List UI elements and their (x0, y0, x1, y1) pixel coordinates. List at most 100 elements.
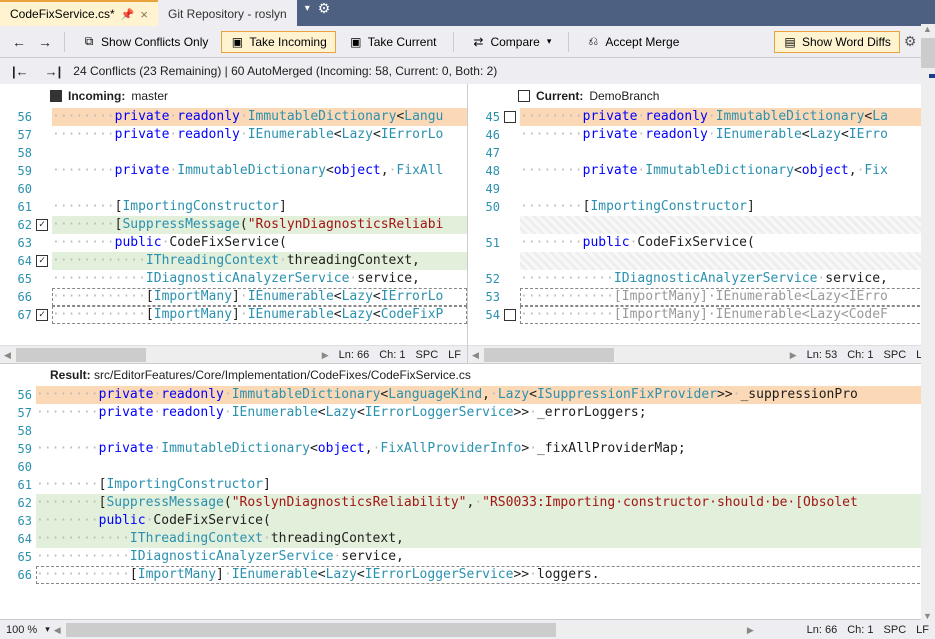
line-checkbox[interactable] (36, 309, 48, 321)
close-icon[interactable]: × (140, 7, 148, 22)
code-line[interactable]: 63········public·CodeFixService( (0, 512, 935, 530)
code-line[interactable]: 60 (0, 180, 467, 198)
code-line[interactable]: 57········private·readonly·IEnumerable<L… (0, 126, 467, 144)
line-number: 61 (0, 198, 36, 216)
code-line[interactable]: 58 (0, 422, 935, 440)
hscrollbar[interactable] (472, 348, 797, 362)
code-line[interactable]: 54············[ImportMany]·IEnumerable<L… (468, 306, 935, 324)
line-number: 63 (0, 234, 36, 252)
forward-button[interactable]: → (34, 32, 56, 52)
first-conflict-button[interactable]: |← (8, 62, 33, 81)
hscrollbar[interactable] (4, 348, 329, 362)
btn-label: Show Word Diffs (802, 35, 891, 49)
line-checkbox-col (36, 309, 52, 321)
code-line[interactable]: 46········private·readonly·IEnumerable<L… (468, 126, 935, 144)
code-line[interactable]: 67············[ImportMany]·IEnumerable<L… (0, 306, 467, 324)
code-line[interactable]: 63········public·CodeFixService( (0, 234, 467, 252)
show-word-diffs-button[interactable]: ▤Show Word Diffs (774, 31, 900, 53)
code-line[interactable]: 53············[ImportMany]·IEnumerable<L… (468, 288, 935, 306)
editor-status-bar: 100 %▾ Ln: 66 Ch: 1 SPC LF (0, 619, 935, 639)
code-line[interactable]: 48········private·ImmutableDictionary<ob… (468, 162, 935, 180)
line-content: ············IThreadingContext·threadingC… (36, 530, 935, 548)
line-number: 57 (0, 404, 36, 422)
scroll-thumb[interactable] (484, 348, 614, 362)
code-line[interactable]: 66············[ImportMany]·IEnumerable<L… (0, 566, 935, 584)
code-line[interactable]: 47 (468, 144, 935, 162)
line-number: 65 (0, 548, 36, 566)
line-number: 45 (468, 108, 504, 126)
compare-button[interactable]: ⇄Compare▾ (462, 31, 560, 53)
code-line[interactable]: 62········[SuppressMessage("RoslynDiagno… (0, 494, 935, 512)
code-line[interactable]: 60 (0, 458, 935, 476)
ch-indicator: Ch: 1 (847, 349, 873, 361)
code-line[interactable]: 62········[SuppressMessage("RoslynDiagno… (0, 216, 467, 234)
code-line[interactable]: 56········private·readonly·ImmutableDict… (0, 386, 935, 404)
accept-merge-button[interactable]: ⎌Accept Merge (577, 31, 688, 53)
select-all-current-checkbox[interactable] (518, 90, 530, 102)
separator (568, 32, 569, 52)
tabs-spacer: ▾ ⚙ (297, 0, 935, 26)
code-line[interactable]: 59········private·ImmutableDictionary<ob… (0, 162, 467, 180)
current-footer: Ln: 53 Ch: 1 SPC LF (468, 345, 935, 363)
tab-git-repo[interactable]: Git Repository - roslyn (158, 0, 297, 26)
line-checkbox-col (36, 255, 52, 267)
code-line[interactable]: 51········public·CodeFixService( (468, 234, 935, 252)
pin-icon[interactable]: 📌 (121, 8, 135, 21)
scroll-thumb[interactable] (66, 623, 556, 637)
next-conflict-button[interactable]: →| (41, 62, 66, 81)
code-line[interactable]: 61········[ImportingConstructor] (0, 198, 467, 216)
scroll-thumb[interactable] (16, 348, 146, 362)
gear-icon[interactable]: ⚙ (318, 0, 331, 17)
line-checkbox[interactable] (504, 309, 516, 321)
vscrollbar[interactable] (921, 364, 935, 619)
code-line[interactable]: 59········private·ImmutableDictionary<ob… (0, 440, 935, 458)
code-line[interactable]: 52············IDiagnosticAnalyzerService… (468, 270, 935, 288)
result-label: Result: (50, 368, 91, 382)
line-content: ········private·readonly·IEnumerable<Laz… (36, 404, 935, 422)
gear-icon[interactable]: ⚙ (904, 33, 917, 50)
show-conflicts-button[interactable]: ⧉Show Conflicts Only (73, 31, 217, 53)
hscrollbar[interactable] (54, 623, 754, 637)
line-content: ············[ImportMany]·IEnumerable<Laz… (520, 288, 935, 306)
code-line[interactable]: 64············IThreadingContext·threadin… (0, 530, 935, 548)
ch-indicator: Ch: 1 (379, 349, 405, 361)
code-line[interactable]: 49 (468, 180, 935, 198)
chevron-down-icon[interactable]: ▾ (45, 624, 50, 635)
btn-label: Compare (490, 35, 539, 49)
line-number: 56 (0, 386, 36, 404)
line-checkbox[interactable] (504, 111, 516, 123)
code-line[interactable]: 56········private·readonly·ImmutableDict… (0, 108, 467, 126)
line-number: 58 (0, 422, 36, 440)
line-number: 66 (0, 566, 36, 584)
line-number: 59 (0, 162, 36, 180)
chevron-down-icon[interactable]: ▾ (305, 3, 310, 14)
line-checkbox[interactable] (36, 219, 48, 231)
code-line[interactable]: 66············[ImportMany]·IEnumerable<L… (0, 288, 467, 306)
zoom-level[interactable]: 100 % (0, 624, 43, 636)
line-checkbox[interactable] (36, 255, 48, 267)
ln-indicator: Ln: 53 (807, 349, 838, 361)
tab-label: CodeFixService.cs* (10, 7, 115, 21)
code-line[interactable]: 45 ········private·readonly·ImmutableDict… (468, 108, 935, 126)
back-button[interactable]: ← (8, 32, 30, 52)
line-content: ········private·readonly·ImmutableDictio… (520, 108, 935, 126)
select-all-incoming-checkbox[interactable] (50, 90, 62, 102)
code-line[interactable] (468, 252, 935, 270)
result-code[interactable]: 56········private·readonly·ImmutableDict… (0, 386, 935, 619)
code-line[interactable]: 58 (0, 144, 467, 162)
take-current-button[interactable]: ▣Take Current (340, 31, 446, 53)
line-number: 64 (0, 530, 36, 548)
tab-active-file[interactable]: CodeFixService.cs* 📌 × (0, 0, 158, 26)
incoming-code[interactable]: 56········private·readonly·ImmutableDict… (0, 108, 467, 345)
code-line[interactable]: 50········[ImportingConstructor] (468, 198, 935, 216)
code-line[interactable]: 65············IDiagnosticAnalyzerService… (0, 270, 467, 288)
code-line[interactable]: 65············IDiagnosticAnalyzerService… (0, 548, 935, 566)
take-incoming-button[interactable]: ▣Take Incoming (221, 31, 335, 53)
line-content: ············[ImportMany]·IEnumerable<Laz… (36, 566, 935, 584)
code-line[interactable]: 61········[ImportingConstructor] (0, 476, 935, 494)
current-code[interactable]: 45 ········private·readonly·ImmutableDict… (468, 108, 935, 345)
code-line[interactable]: 64············IThreadingContext·threadin… (0, 252, 467, 270)
code-line[interactable] (468, 216, 935, 234)
line-number: 66 (0, 288, 36, 306)
code-line[interactable]: 57········private·readonly·IEnumerable<L… (0, 404, 935, 422)
